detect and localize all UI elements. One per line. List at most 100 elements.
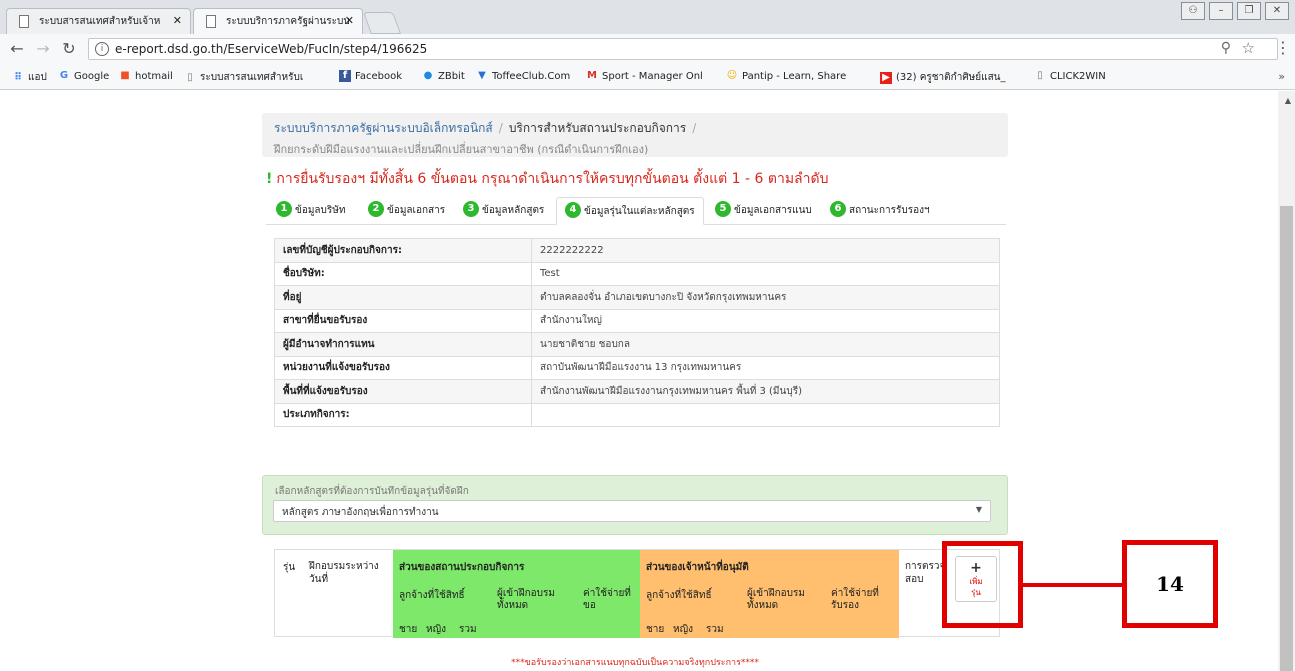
breadcrumb-section: บริการสำหรับสถานประกอบกิจการ — [508, 121, 687, 135]
user-icon[interactable]: ⚇ — [1181, 2, 1205, 20]
scrollbar-thumb[interactable] — [1280, 206, 1293, 671]
bookmark-label: Sport - Manager Onl — [602, 70, 703, 82]
new-tab-button[interactable] — [362, 12, 402, 34]
step-number-badge: 6 — [830, 201, 846, 217]
bookmarks-bar: ⠿ แอป G Google ■ hotmail ▯ ระบบสารสนเทศส… — [0, 64, 1295, 90]
bookmark-sport-manager[interactable]: M Sport - Manager Onl — [586, 70, 703, 82]
forward-arrow-icon[interactable]: → — [32, 38, 54, 60]
bookmark-hotmail[interactable]: ■ hotmail — [119, 70, 173, 82]
youtube-icon: ▶ — [880, 71, 892, 84]
course-select-value: หลักสูตร ภาษาอังกฤษเพื่อการทำงาน — [282, 507, 439, 518]
steps-notice: ! การยื่นรับรองฯ มีทั้งสิ้น 6 ขั้นตอน กรุ… — [266, 168, 828, 190]
certification-note: ***ขอรับรองว่าเอกสารแนบทุกฉบับเป็นความจร… — [511, 658, 759, 668]
apps-grid-icon: ⠿ — [14, 71, 22, 83]
table-row: พื้นที่ที่แจ้งขอรับรอง สำนักงานพัฒนาฝีมือ… — [274, 379, 1000, 404]
callout-number: 14 — [1156, 572, 1184, 596]
col-header-trainees: ผู้เข้าฝึกอบรมทั้งหมด — [497, 588, 555, 611]
bookmark-zbbit[interactable]: ● ZBbit — [422, 70, 465, 82]
bookmark-toffeeclub[interactable]: ▼ ToffeeClub.Com — [476, 70, 570, 82]
page-icon — [206, 15, 216, 28]
step-label: ข้อมูลเอกสาร — [387, 205, 446, 216]
step-label: ข้อมูลหลักสูตร — [482, 205, 545, 216]
reload-icon[interactable]: ↻ — [58, 38, 80, 60]
tab-step-6[interactable]: 6 สถานะการรับรองฯ — [822, 197, 938, 225]
gmail-icon: M — [587, 70, 597, 81]
course-select[interactable]: หลักสูตร ภาษาอังกฤษเพื่อการทำงาน ▼ — [273, 500, 991, 522]
tab-step-4[interactable]: 4 ข้อมูลรุ่นในแต่ละหลักสูตร — [556, 197, 704, 225]
step-number-badge: 4 — [565, 202, 581, 218]
bookmark-apps[interactable]: ⠿ แอป — [12, 70, 47, 85]
url-text: e-report.dsd.go.th/EserviceWeb/FucIn/ste… — [115, 42, 428, 56]
tab-step-3[interactable]: 3 ข้อมูลหลักสูตร — [455, 197, 552, 225]
row-value — [531, 402, 1000, 427]
exclamation-icon: ! — [266, 171, 273, 187]
col-header-employees: ลูกจ้างที่ใช้สิทธิ์ — [399, 590, 465, 601]
col-header-period: ฝึกอบรมระหว่างวันที่ — [309, 561, 379, 585]
group-header-company: ส่วนของสถานประกอบกิจการ — [399, 562, 525, 573]
address-bar[interactable]: i e-report.dsd.go.th/EserviceWeb/FucIn/s… — [88, 38, 1278, 60]
tab-title: ระบบสารสนเทศสำหรับเจ้าห — [39, 16, 161, 27]
zoom-icon[interactable]: ⚲ — [1221, 40, 1231, 56]
row-value: นายชาติชาย ชอบกล — [531, 332, 1000, 357]
bookmark-label: CLICK2WIN — [1050, 70, 1106, 82]
breadcrumb-root-link[interactable]: ระบบบริการภาครัฐผ่านระบบอิเล็กทรอนิกส์ — [274, 121, 493, 135]
col-header-male: ชาย — [399, 624, 418, 635]
table-row: ที่อยู่ ตำบลคลองจั่น อำเภอเขตบางกะปิ จังห… — [274, 285, 1000, 310]
row-key: ชื่อบริษัท: — [274, 261, 532, 286]
breadcrumb-subtitle: ฝึกยกระดับฝีมือแรงงานและเปลี่ยนฝึกเปลี่ย… — [274, 143, 649, 156]
step-number-badge: 5 — [715, 201, 731, 217]
table-row: ผู้มีอำนาจทำการแทน นายชาติชาย ชอบกล — [274, 332, 1000, 357]
row-key: พื้นที่ที่แจ้งขอรับรอง — [274, 379, 532, 404]
window-controls: ⚇ – ❐ ✕ — [1181, 2, 1289, 20]
table-row: เลขที่บัญชีผู้ประกอบกิจการ: 2222222222 — [274, 238, 1000, 263]
bookmark-google[interactable]: G Google — [58, 70, 109, 82]
windows-icon: ■ — [120, 70, 130, 81]
cohort-table: รุ่น ฝึกอบรมระหว่างวันที่ ส่วนของสถานประ… — [274, 549, 1000, 638]
close-window-button[interactable]: ✕ — [1265, 2, 1289, 20]
browser-tab[interactable]: ระบบสารสนเทศสำหรับเจ้าห ✕ — [6, 8, 191, 34]
scroll-up-icon[interactable]: ▲ — [1285, 96, 1291, 105]
tab-step-1[interactable]: 1 ข้อมูลบริษัท — [268, 197, 353, 225]
browser-tab-active[interactable]: ระบบบริการภาครัฐผ่านระบบ ✕ — [193, 8, 363, 34]
row-key: สาขาที่ยื่นขอรับรอง — [274, 308, 532, 333]
bookmark-label: ToffeeClub.Com — [492, 70, 571, 82]
maximize-button[interactable]: ❐ — [1237, 2, 1261, 20]
pantip-icon: ☺ — [726, 70, 738, 81]
col-header-total: รวม — [459, 624, 477, 635]
row-value: สำนักงานใหญ่ — [531, 308, 1000, 333]
row-key: ที่อยู่ — [274, 285, 532, 310]
row-value: 2222222222 — [531, 238, 1000, 263]
row-key: เลขที่บัญชีผู้ประกอบกิจการ: — [274, 238, 532, 263]
browser-toolbar: ← → ↻ i e-report.dsd.go.th/EserviceWeb/F… — [0, 34, 1295, 64]
close-icon[interactable]: ✕ — [345, 14, 354, 27]
close-icon[interactable]: ✕ — [173, 14, 182, 27]
tab-step-5[interactable]: 5 ข้อมูลเอกสารแนบ — [707, 197, 820, 225]
bookmark-youtube[interactable]: ▶ (32) ครูชาติกำศิษย์แสน_ — [880, 70, 1006, 85]
bookmark-facebook[interactable]: f Facebook — [339, 70, 402, 82]
step-label: ข้อมูลเอกสารแนบ — [734, 205, 812, 216]
step-number-badge: 2 — [368, 201, 384, 217]
back-arrow-icon[interactable]: ← — [6, 38, 28, 60]
minimize-button[interactable]: – — [1209, 2, 1233, 20]
table-row: ประเภทกิจการ: — [274, 402, 1000, 427]
bookmarks-overflow-icon[interactable]: » — [1278, 70, 1285, 83]
bookmark-pantip[interactable]: ☺ Pantip - Learn, Share — [726, 70, 846, 82]
row-value: ตำบลคลองจั่น อำเภอเขตบางกะปิ จังหวัดกรุง… — [531, 285, 1000, 310]
step-number-badge: 3 — [463, 201, 479, 217]
menu-icon[interactable]: ⋮ — [1275, 38, 1291, 57]
page-icon: ▯ — [1037, 70, 1043, 81]
star-icon[interactable]: ☆ — [1242, 39, 1255, 57]
col-header-female: หญิง — [673, 624, 693, 635]
company-info-table: เลขที่บัญชีผู้ประกอบกิจการ: 2222222222 ชื… — [274, 238, 1000, 427]
breadcrumb-separator: / — [498, 121, 503, 135]
bookmark-label: Google — [74, 70, 110, 82]
toffee-icon: ▼ — [478, 70, 486, 81]
notice-text: การยื่นรับรองฯ มีทั้งสิ้น 6 ขั้นตอน กรุณ… — [276, 171, 829, 187]
tab-step-2[interactable]: 2 ข้อมูลเอกสาร — [360, 197, 453, 225]
bookmark-click2win[interactable]: ▯ CLICK2WIN — [1034, 70, 1106, 82]
info-icon[interactable]: i — [95, 42, 109, 56]
callout-connector — [1023, 583, 1122, 587]
row-key: ประเภทกิจการ: — [274, 402, 532, 427]
row-value: Test — [531, 261, 1000, 286]
bookmark-page[interactable]: ▯ ระบบสารสนเทศสำหรับเ — [184, 70, 303, 85]
